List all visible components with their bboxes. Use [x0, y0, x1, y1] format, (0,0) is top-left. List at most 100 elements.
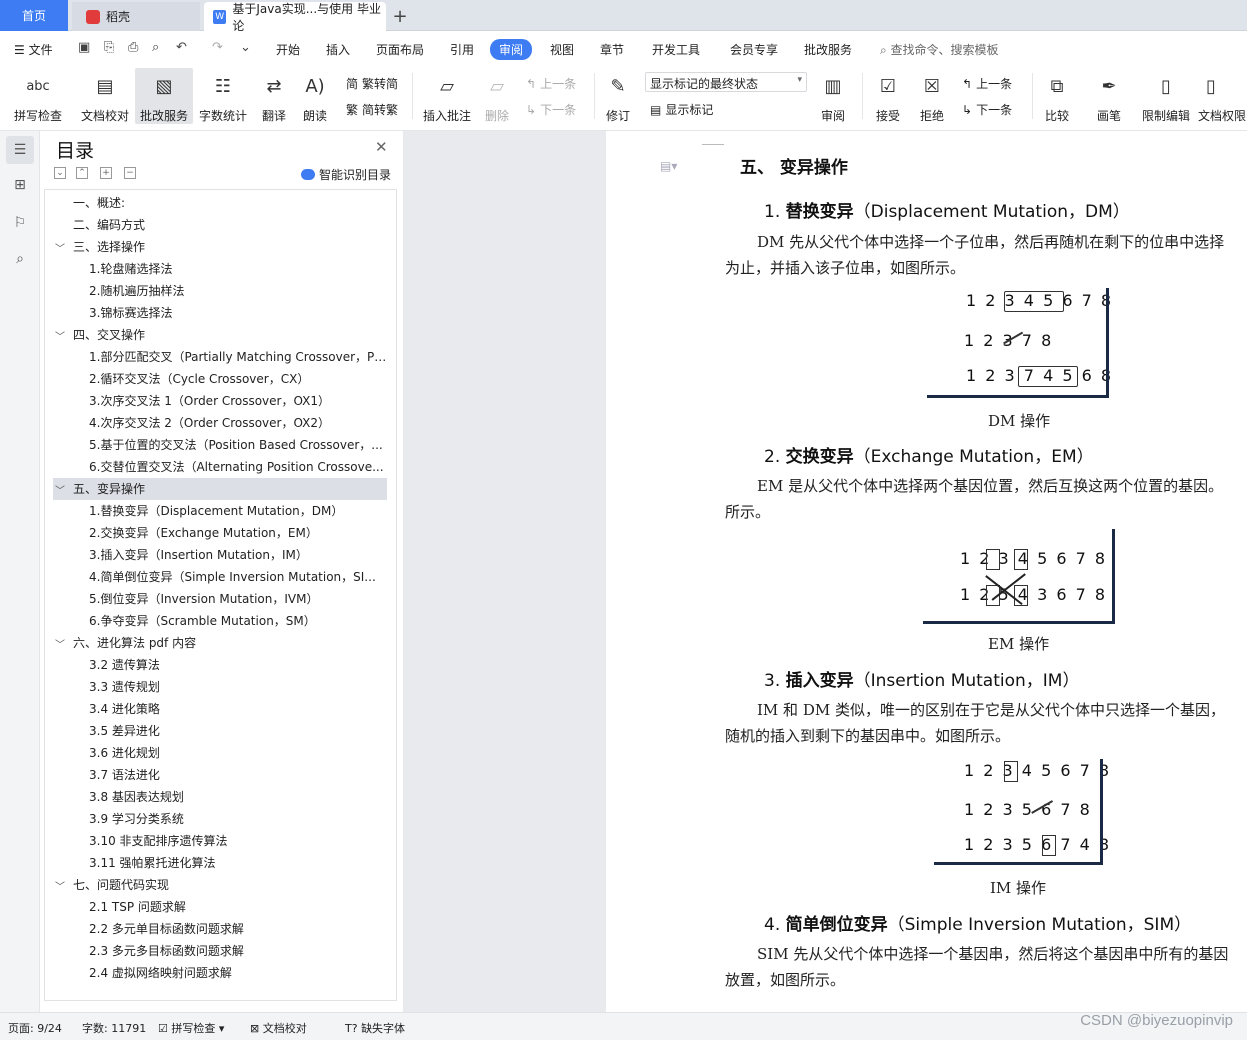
search-icon[interactable]: ⌕ — [10, 249, 30, 269]
add-heading-icon[interactable]: + — [100, 167, 112, 179]
command-search[interactable]: ⌕ 查找命令、搜索模板 — [880, 41, 999, 58]
smart-toc-button[interactable]: 智能识别目录 — [301, 166, 391, 183]
toc-item[interactable]: 2.3 多元多目标函数问题求解 — [89, 940, 387, 962]
toc-item[interactable]: 3.3 遗传规划 — [89, 676, 387, 698]
status-missing-font[interactable]: T? 缺失字体 — [345, 1020, 405, 1036]
toc-item[interactable]: 3.次序交叉法 1（Order Crossover，OX1） — [89, 390, 387, 412]
menu-dev-tools[interactable]: 开发工具 — [652, 41, 700, 58]
more-chevron-icon[interactable]: ⌄ — [240, 40, 256, 56]
toc-item[interactable]: 2.随机遍历抽样法 — [89, 280, 387, 302]
toc-item[interactable]: 3.锦标赛选择法 — [89, 302, 387, 324]
doc-permission-button[interactable]: ▯ 文档权限 — [1198, 68, 1247, 124]
chevron-down-icon[interactable]: ﹀ — [55, 636, 65, 651]
toc-item[interactable]: 3.7 语法进化 — [89, 764, 387, 786]
menu-chapter[interactable]: 章节 — [600, 41, 624, 58]
word-count-button[interactable]: ☷ 字数统计 — [197, 68, 249, 124]
compare-button[interactable]: ⧉ 比较 — [1038, 68, 1076, 124]
toc-item[interactable]: 3.9 学习分类系统 — [89, 808, 387, 830]
undo-icon[interactable]: ↶ — [176, 40, 192, 56]
doc-check-button[interactable]: ▤ 文档校对 — [78, 68, 132, 124]
toc-item[interactable]: 七、问题代码实现 — [73, 874, 387, 896]
file-menu[interactable]: ☰ 文件 — [14, 41, 53, 58]
toc-item[interactable]: 3.6 进化规划 — [89, 742, 387, 764]
word-count-indicator[interactable]: 字数: 11791 — [82, 1020, 146, 1036]
toc-item[interactable]: 1.轮盘赌选择法 — [89, 258, 387, 280]
pen-button[interactable]: ✒ 画笔 — [1092, 68, 1126, 124]
toc-item[interactable]: 2.循环交叉法（Cycle Crossover，CX） — [89, 368, 387, 390]
toc-item[interactable]: 三、选择操作 — [73, 236, 387, 258]
toc-item[interactable]: 1.替换变异（Displacement Mutation，DM） — [89, 500, 387, 522]
page-indicator[interactable]: 页面: 9/24 — [8, 1020, 62, 1036]
menu-correction[interactable]: 批改服务 — [804, 41, 852, 58]
tab-document[interactable]: W 基于Java实现...与使用 毕业论 — [204, 2, 386, 33]
prev-change-button[interactable]: ↰ 上一条 — [962, 75, 1012, 92]
redo-icon[interactable]: ↷ — [212, 40, 228, 56]
toc-item[interactable]: 6.交替位置交叉法（Alternating Position Crossove.… — [89, 456, 387, 478]
toc-item[interactable]: 2.1 TSP 问题求解 — [89, 896, 387, 918]
toc-item[interactable]: 4.次序交叉法 2（Order Crossover，OX2） — [89, 412, 387, 434]
menu-view[interactable]: 视图 — [550, 41, 574, 58]
toc-item[interactable]: 3.插入变异（Insertion Mutation，IM） — [89, 544, 387, 566]
markup-state-select[interactable]: 显示标记的最终状态 ▾ — [645, 72, 807, 92]
reject-button[interactable]: ☒ 拒绝 — [914, 68, 950, 124]
toc-item[interactable]: 3.4 进化策略 — [89, 698, 387, 720]
paragraph-marker-icon[interactable]: ▤▾ — [660, 159, 677, 173]
export-pdf-icon[interactable]: ⎘ — [104, 40, 120, 56]
toc-item[interactable]: 3.11 强帕累托进化算法 — [89, 852, 387, 874]
bookmark-icon[interactable]: ⚐ — [10, 213, 30, 233]
toc-item[interactable]: 2.2 多元单目标函数问题求解 — [89, 918, 387, 940]
toc-item[interactable]: 2.交换变异（Exchange Mutation，EM） — [89, 522, 387, 544]
close-icon[interactable]: ✕ — [375, 138, 388, 156]
status-doc-check[interactable]: ⊠ 文档校对 — [250, 1020, 307, 1036]
menu-review[interactable]: 审阅 — [490, 39, 533, 60]
chevron-down-icon[interactable]: ﹀ — [55, 482, 65, 497]
chevron-down-icon[interactable]: ﹀ — [55, 240, 65, 255]
trad-to-simp-button[interactable]: 简繁转简 — [346, 75, 398, 92]
chevron-down-icon[interactable]: ﹀ — [55, 878, 65, 893]
tab-home[interactable]: 首页 — [0, 0, 68, 31]
simp-to-trad-button[interactable]: 繁简转繁 — [346, 101, 398, 118]
insert-comment-button[interactable]: ▱ 插入批注 — [420, 68, 474, 124]
toc-item[interactable]: 5.基于位置的交叉法（Position Based Crossover，... — [89, 434, 387, 456]
revise-button[interactable]: ✎ 修订 — [600, 68, 636, 124]
menu-page-layout[interactable]: 页面布局 — [376, 41, 424, 58]
toc-item[interactable]: 3.10 非支配排序遗传算法 — [89, 830, 387, 852]
new-tab-button[interactable]: + — [390, 2, 410, 31]
toc-item[interactable]: 一、概述: — [73, 192, 387, 214]
save-icon[interactable]: ▣ — [78, 40, 94, 56]
prev-comment-button[interactable]: ↰ 上一条 — [526, 75, 576, 92]
toc-item[interactable]: 二、编码方式 — [73, 214, 387, 236]
next-comment-button[interactable]: ↳ 下一条 — [526, 101, 576, 118]
status-spell-check[interactable]: ☑ 拼写检查 ▾ — [158, 1020, 224, 1036]
expand-up-icon[interactable]: ⌃ — [76, 167, 88, 179]
show-markup-button[interactable]: ▤ 显示标记 — [650, 101, 713, 118]
chevron-down-icon[interactable]: ﹀ — [55, 328, 65, 343]
correction-service-button[interactable]: ▧ 批改服务 — [135, 68, 193, 124]
toc-item[interactable]: 1.部分匹配交叉（Partially Matching Crossover，PM… — [89, 346, 387, 368]
collapse-all-icon[interactable]: ⌄ — [54, 167, 66, 179]
menu-references[interactable]: 引用 — [450, 41, 474, 58]
review-pane-button[interactable]: ▥ 审阅 — [814, 68, 852, 124]
toc-item[interactable]: 5.倒位变异（Inversion Mutation，IVM） — [89, 588, 387, 610]
menu-member[interactable]: 会员专享 — [730, 41, 778, 58]
spell-check-button[interactable]: abc 拼写检查 — [8, 68, 68, 124]
delete-comment-button[interactable]: ▱ 删除 — [478, 68, 516, 124]
toc-item[interactable]: 六、进化算法 pdf 内容 — [73, 632, 387, 654]
toc-item[interactable]: 3.8 基因表达规划 — [89, 786, 387, 808]
translate-button[interactable]: ⇄ 翻译 — [255, 68, 293, 124]
menu-insert[interactable]: 插入 — [326, 41, 350, 58]
toc-item[interactable]: 3.2 遗传算法 — [89, 654, 387, 676]
toc-item[interactable]: 3.5 差异进化 — [89, 720, 387, 742]
next-change-button[interactable]: ↳ 下一条 — [962, 101, 1012, 118]
tab-daoke[interactable]: 稻壳 — [72, 2, 200, 31]
toc-item[interactable]: 4.简单倒位变异（Simple Inversion Mutation，SI... — [89, 566, 387, 588]
toc-item[interactable]: 五、变异操作 — [53, 478, 387, 500]
print-icon[interactable]: ⎙ — [128, 40, 144, 56]
read-aloud-button[interactable]: A) 朗读 — [298, 68, 332, 124]
toc-icon[interactable]: ☰ — [6, 136, 34, 164]
toc-item[interactable]: 2.4 虚拟网络映射问题求解 — [89, 962, 387, 984]
toc-item[interactable]: 6.争夺变异（Scramble Mutation，SM） — [89, 610, 387, 632]
toc-item[interactable]: 四、交叉操作 — [73, 324, 387, 346]
print-preview-icon[interactable]: ⌕ — [152, 40, 168, 56]
chapter-nav-icon[interactable]: ⊞ — [10, 175, 30, 195]
